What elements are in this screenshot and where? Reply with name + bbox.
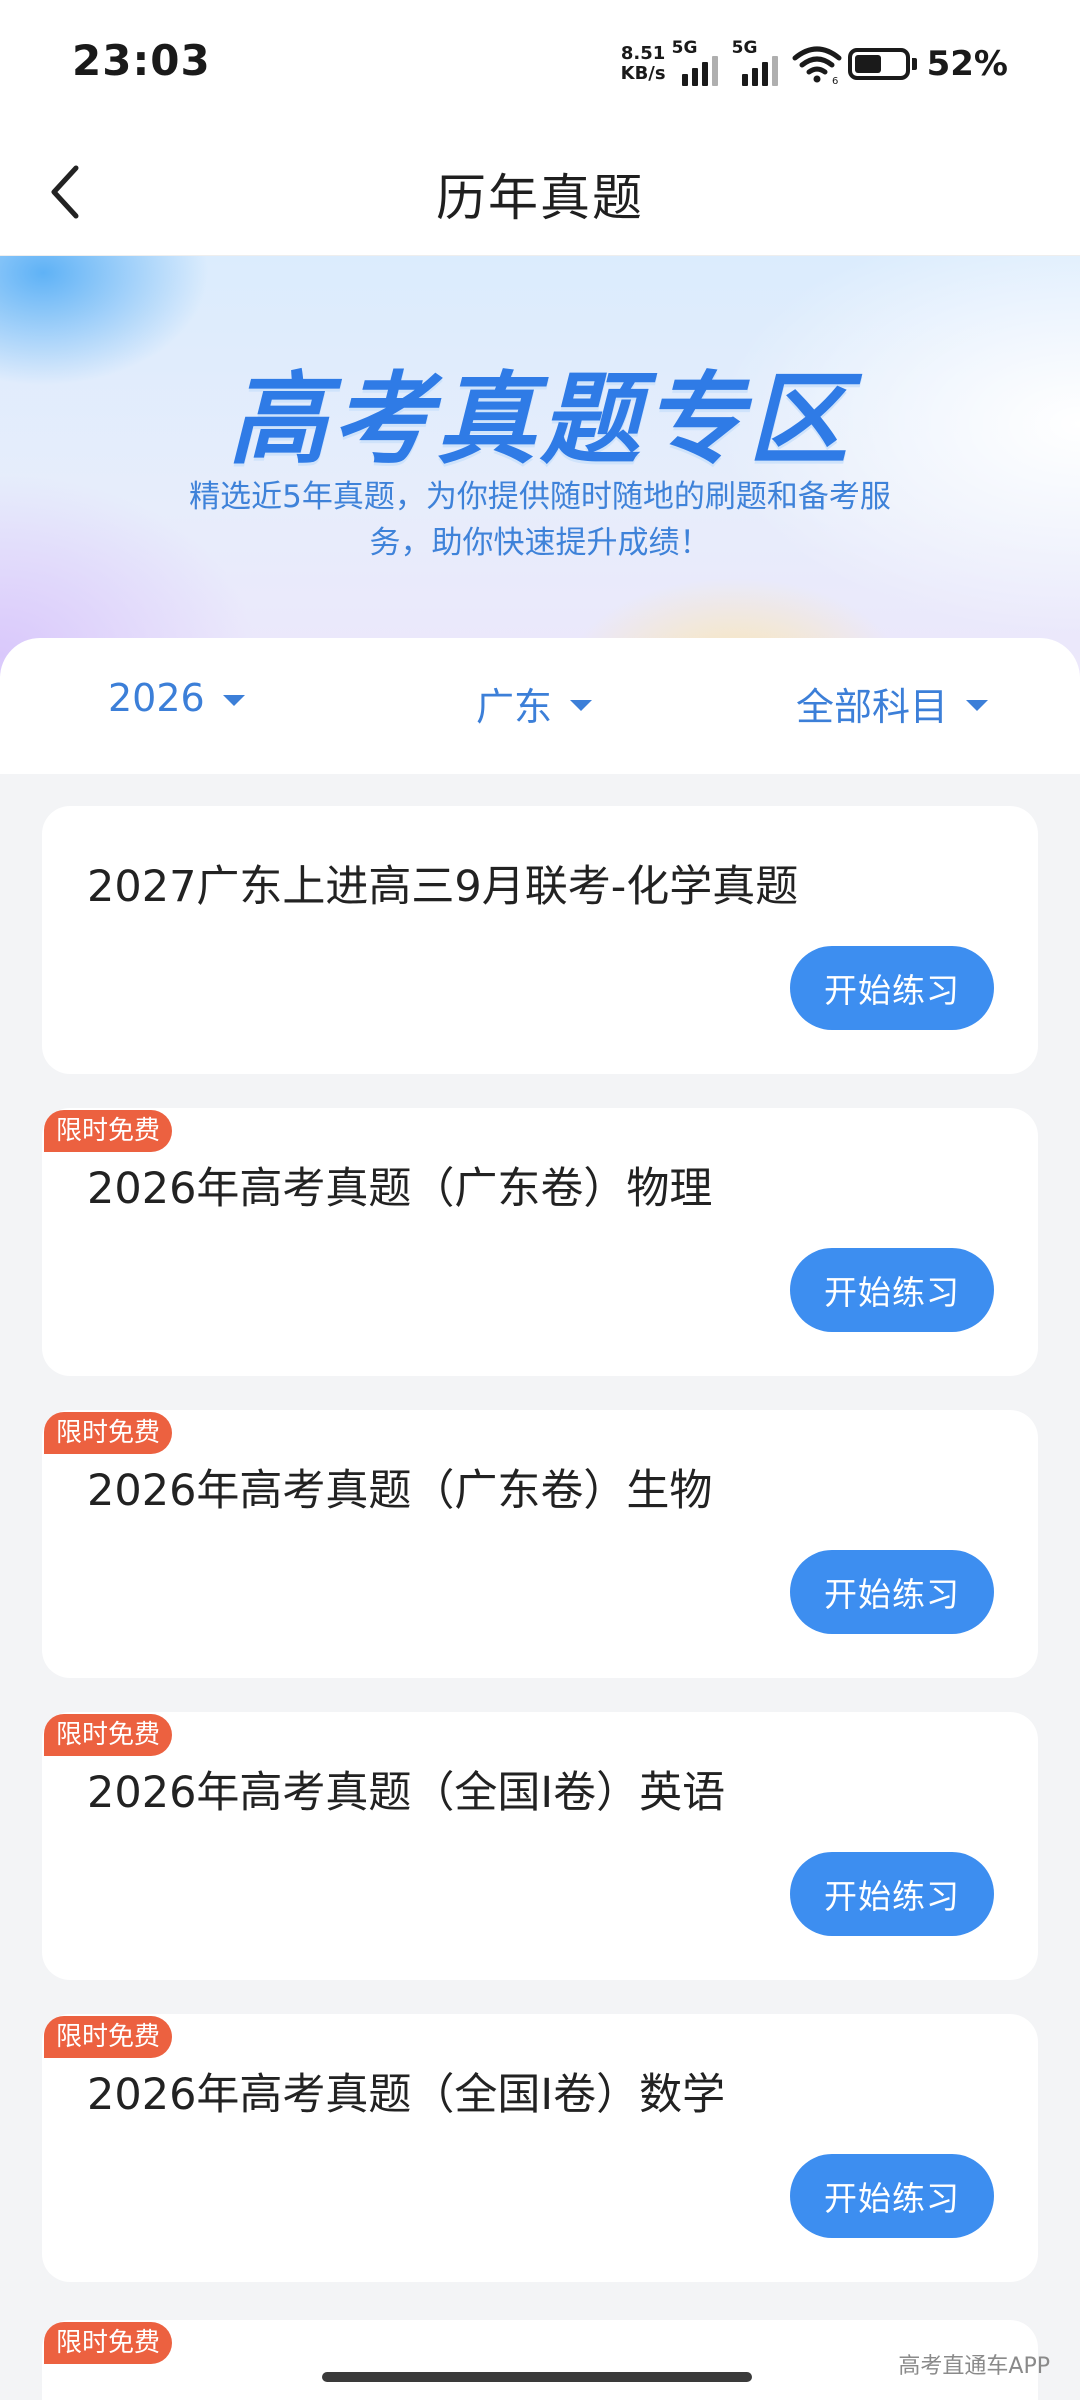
battery-icon <box>847 48 917 80</box>
exam-title: 2026年高考真题（广东卷）物理 <box>87 1164 713 1214</box>
svg-text:6: 6 <box>832 76 838 84</box>
exam-title: 2026年高考真题（全国I卷）数学 <box>87 2070 726 2120</box>
signal-icon-sim2: 5G <box>732 38 778 86</box>
signal-icon-sim1: 5G <box>672 38 718 86</box>
free-badge: 限时免费 <box>44 2016 173 2058</box>
status-time: 23:03 <box>72 36 211 85</box>
signal-tag: 5G <box>731 38 758 58</box>
caret-down-icon <box>570 700 593 711</box>
start-practice-button[interactable]: 开始练习 <box>790 1852 994 1936</box>
region-filter-dropdown[interactable]: 广东 <box>476 676 593 731</box>
start-practice-button[interactable]: 开始练习 <box>790 946 994 1030</box>
exam-card[interactable]: 限时免费 2026年高考真题（广东卷）生物 开始练习 <box>42 1410 1038 1678</box>
filter-bar: 2026 广东 全部科目 <box>0 638 1080 774</box>
status-bar: 23:03 8.51 KB/s 5G 5G 6 52% <box>0 0 1080 128</box>
battery-percent: 52% <box>926 44 1008 84</box>
wifi-icon: 6 <box>792 46 842 84</box>
exam-list: 2027广东上进高三9月联考-化学真题 开始练习 限时免费 2026年高考真题（… <box>42 806 1038 2316</box>
exam-card[interactable]: 2027广东上进高三9月联考-化学真题 开始练习 <box>42 806 1038 1074</box>
start-practice-button[interactable]: 开始练习 <box>790 1248 994 1332</box>
region-filter-label: 广东 <box>476 685 553 729</box>
banner-title: 高考真题专区 <box>228 361 852 478</box>
network-speed-value: 8.51 <box>620 43 666 64</box>
exam-title: 2027广东上进高三9月联考-化学真题 <box>87 862 799 912</box>
page: 23:03 8.51 KB/s 5G 5G 6 52% 历年真题 高考真题专区 … <box>0 0 1080 2400</box>
signal-tag: 5G <box>671 38 698 58</box>
free-badge: 限时免费 <box>44 1110 173 1152</box>
exam-title: 2026年高考真题（全国I卷）英语 <box>87 1768 726 1818</box>
subject-filter-dropdown[interactable]: 全部科目 <box>796 676 989 731</box>
free-badge: 限时免费 <box>44 2322 173 2364</box>
free-badge: 限时免费 <box>44 1714 173 1756</box>
exam-card[interactable]: 限时免费 2026年高考真题（广东卷）物理 开始练习 <box>42 1108 1038 1376</box>
year-filter-dropdown[interactable]: 2026 <box>108 676 245 720</box>
start-practice-button[interactable]: 开始练习 <box>790 1550 994 1634</box>
start-practice-button[interactable]: 开始练习 <box>790 2154 994 2238</box>
banner-subtitle: 精选近5年真题，为你提供随时随地的刷题和备考服务，助你快速提升成绩！ <box>189 479 891 561</box>
exam-card[interactable]: 限时免费 2026年高考真题（全国I卷）数学 开始练习 <box>42 2014 1038 2282</box>
caret-down-icon <box>222 694 245 706</box>
battery-fill <box>854 55 881 73</box>
year-filter-label: 2026 <box>108 676 205 720</box>
exam-card-partial[interactable]: 限时免费 <box>42 2320 1038 2400</box>
free-badge: 限时免费 <box>44 1412 173 1454</box>
home-indicator[interactable] <box>322 2372 752 2382</box>
nav-bar: 历年真题 <box>0 128 1080 256</box>
app-watermark: 高考直通车APP <box>898 2354 1050 2379</box>
network-speed: 8.51 KB/s <box>621 44 666 84</box>
subject-filter-label: 全部科目 <box>796 685 949 729</box>
page-title: 历年真题 <box>436 169 644 227</box>
exam-card[interactable]: 限时免费 2026年高考真题（全国I卷）英语 开始练习 <box>42 1712 1038 1980</box>
caret-down-icon <box>966 700 989 711</box>
network-speed-unit: KB/s <box>620 63 666 84</box>
exam-title: 2026年高考真题（广东卷）生物 <box>87 1466 713 1516</box>
status-indicators: 8.51 KB/s 5G 5G 6 52% <box>621 36 1008 92</box>
banner: 高考真题专区 精选近5年真题，为你提供随时随地的刷题和备考服务，助你快速提升成绩… <box>0 256 1080 676</box>
